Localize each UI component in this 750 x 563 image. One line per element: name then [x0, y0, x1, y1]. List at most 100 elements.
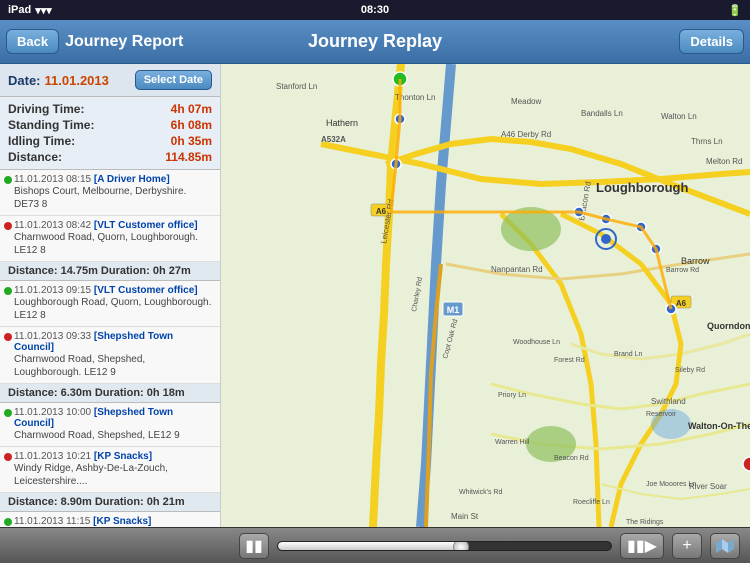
- svg-text:Main St: Main St: [451, 512, 479, 521]
- wifi-icon: ▾▾▾: [35, 4, 52, 17]
- svg-text:River Soar: River Soar: [689, 482, 727, 491]
- left-panel-title: Journey Report: [65, 33, 183, 51]
- svg-text:Loughborough: Loughborough: [596, 180, 688, 195]
- svg-text:Nanpantan Rd: Nanpantan Rd: [491, 265, 543, 274]
- play-pause-button[interactable]: ▮▮: [239, 533, 269, 559]
- stat-value-1: 6h 08m: [171, 118, 212, 132]
- svg-text:A532A: A532A: [321, 135, 346, 144]
- date-value: 11.01.2013: [45, 73, 109, 88]
- nav-left: Back Journey Report: [0, 29, 220, 54]
- segment-summary-0: Distance: 14.75m Duration: 0h 27m: [0, 262, 220, 281]
- svg-text:Thrns Ln: Thrns Ln: [691, 137, 723, 146]
- journey-stop-0-1: 11.01.2013 08:42 [VLT Customer office] C…: [0, 216, 220, 262]
- date-label: Date:: [8, 73, 41, 88]
- stop-timestamp: 11.01.2013 08:15 [A Driver Home]: [14, 174, 214, 185]
- stop-dot: [4, 222, 12, 230]
- journey-stop-1-0: 11.01.2013 09:15 [VLT Customer office] L…: [0, 281, 220, 327]
- svg-text:Sileby Rd: Sileby Rd: [675, 367, 705, 374]
- stats-section: Driving Time: 4h 07m Standing Time: 6h 08mI…: [0, 97, 220, 170]
- progress-thumb[interactable]: [453, 541, 469, 551]
- details-button[interactable]: Details: [679, 29, 744, 54]
- map-icon: [716, 539, 734, 553]
- svg-text:Stanford Ln: Stanford Ln: [276, 82, 317, 91]
- status-left: iPad ▾▾▾: [8, 4, 52, 17]
- stop-dot: [4, 176, 12, 184]
- date-row: Date: 11.01.2013: [8, 73, 109, 88]
- nav-title: Journey Replay: [220, 31, 530, 52]
- main-content: Date: 11.01.2013 Select Date Driving Tim…: [0, 64, 750, 527]
- battery-icon: 🔋: [728, 4, 742, 17]
- stat-value-3: 114.85m: [165, 150, 212, 164]
- svg-text:A46 Derby Rd: A46 Derby Rd: [501, 130, 551, 139]
- map-type-button[interactable]: [710, 533, 740, 559]
- svg-text:Walton Ln: Walton Ln: [661, 112, 697, 121]
- select-date-button[interactable]: Select Date: [135, 70, 212, 90]
- stat-value-0: 4h 07m: [171, 102, 212, 116]
- progress-fill: [278, 542, 461, 550]
- svg-text:Whitwick's Rd: Whitwick's Rd: [459, 489, 502, 496]
- status-bar: iPad ▾▾▾ 08:30 🔋: [0, 0, 750, 20]
- stat-label-1: Standing Time:: [8, 118, 94, 132]
- map-area: M1 A6 A6 A532A A46 Derby Rd Leicester Rd…: [221, 64, 750, 527]
- progress-bar[interactable]: [277, 541, 612, 551]
- svg-text:Priory Ln: Priory Ln: [498, 392, 526, 399]
- svg-text:Beacon Rd: Beacon Rd: [554, 455, 589, 462]
- svg-text:Bandalls Ln: Bandalls Ln: [581, 109, 623, 118]
- stop-address: Charnwood Road, Shepshed, LE12 9: [14, 429, 214, 442]
- stop-timestamp: 11.01.2013 10:21 [KP Snacks]: [14, 451, 214, 462]
- zoom-in-button[interactable]: +: [672, 533, 702, 559]
- left-panel[interactable]: Date: 11.01.2013 Select Date Driving Tim…: [0, 64, 221, 527]
- svg-text:Warren Hill: Warren Hill: [495, 439, 530, 446]
- nav-bar: Back Journey Report Journey Replay Detai…: [0, 20, 750, 64]
- stop-timestamp: 11.01.2013 08:42 [VLT Customer office]: [14, 220, 214, 231]
- stat-row-2: Idling Time:0h 35m: [8, 133, 212, 149]
- stop-timestamp: 11.01.2013 09:15 [VLT Customer office]: [14, 285, 214, 296]
- stop-timestamp: 11.01.2013 11:15 [KP Snacks]: [14, 516, 214, 527]
- carrier-label: iPad: [8, 4, 31, 16]
- stat-value-2: 0h 35m: [171, 134, 212, 148]
- journey-stop-3-0: 11.01.2013 11:15 [KP Snacks] Windy Ridge…: [0, 512, 220, 527]
- map-svg: M1 A6 A6 A532A A46 Derby Rd Leicester Rd…: [221, 64, 750, 527]
- journey-stop-1-1: 11.01.2013 09:33 [Shepshed Town Council]…: [0, 327, 220, 384]
- stat-row-1: Standing Time: 6h 08m: [8, 117, 212, 133]
- journey-stop-2-1: 11.01.2013 10:21 [KP Snacks] Windy Ridge…: [0, 447, 220, 493]
- stop-dot: [4, 409, 12, 417]
- nav-right: Details: [530, 29, 750, 54]
- stop-address: Windy Ridge, Ashby-De-La-Zouch, Leiceste…: [14, 462, 214, 488]
- status-time: 08:30: [361, 4, 389, 16]
- svg-text:Forest Rd: Forest Rd: [554, 357, 585, 364]
- journey-list: 11.01.2013 08:15 [A Driver Home] Bishops…: [0, 170, 220, 527]
- svg-text:Roecliffe Ln: Roecliffe Ln: [573, 499, 610, 506]
- svg-text:Barrow Rd: Barrow Rd: [666, 267, 699, 274]
- svg-text:M1: M1: [447, 305, 460, 315]
- stop-address: Bishops Court, Melbourne, Derbyshire. DE…: [14, 185, 214, 211]
- stop-dot: [4, 518, 12, 526]
- stop-dot: [4, 453, 12, 461]
- stop-timestamp: 11.01.2013 09:33 [Shepshed Town Council]: [14, 331, 214, 353]
- stop-address: Charnwood Road, Shepshed, Loughborough. …: [14, 353, 214, 379]
- svg-text:The Ridings: The Ridings: [626, 519, 664, 526]
- svg-text:Brand Ln: Brand Ln: [614, 351, 643, 358]
- svg-text:Quorndon: Quorndon: [707, 321, 750, 331]
- stop-address: Charnwood Road, Quorn, Loughborough. LE1…: [14, 231, 214, 257]
- back-button[interactable]: Back: [6, 29, 59, 54]
- segment-summary-2: Distance: 8.90m Duration: 0h 21m: [0, 493, 220, 512]
- date-section: Date: 11.01.2013 Select Date: [0, 64, 220, 97]
- skip-end-button[interactable]: ▮▮▶: [620, 533, 664, 559]
- svg-text:Barrow: Barrow: [681, 256, 710, 266]
- stop-dot: [4, 333, 12, 341]
- stat-row-3: Distance: 114.85m: [8, 149, 212, 165]
- svg-text:Walton-On-The-...: Walton-On-The-...: [688, 421, 750, 431]
- svg-text:Hathern: Hathern: [326, 118, 358, 128]
- stat-label-0: Driving Time:: [8, 102, 84, 116]
- svg-text:Reservoir: Reservoir: [646, 411, 677, 418]
- bottom-toolbar: ▮▮ ▮▮▶ +: [0, 527, 750, 563]
- stat-label-3: Distance:: [8, 150, 62, 164]
- journey-stop-2-0: 11.01.2013 10:00 [Shepshed Town Council]…: [0, 403, 220, 447]
- journey-stop-0-0: 11.01.2013 08:15 [A Driver Home] Bishops…: [0, 170, 220, 216]
- svg-text:A6: A6: [676, 299, 687, 308]
- stop-address: Loughborough Road, Quorn, Loughborough. …: [14, 296, 214, 322]
- svg-text:Melton Rd: Melton Rd: [706, 157, 742, 166]
- stop-dot: [4, 287, 12, 295]
- svg-text:Woodhouse Ln: Woodhouse Ln: [513, 339, 560, 346]
